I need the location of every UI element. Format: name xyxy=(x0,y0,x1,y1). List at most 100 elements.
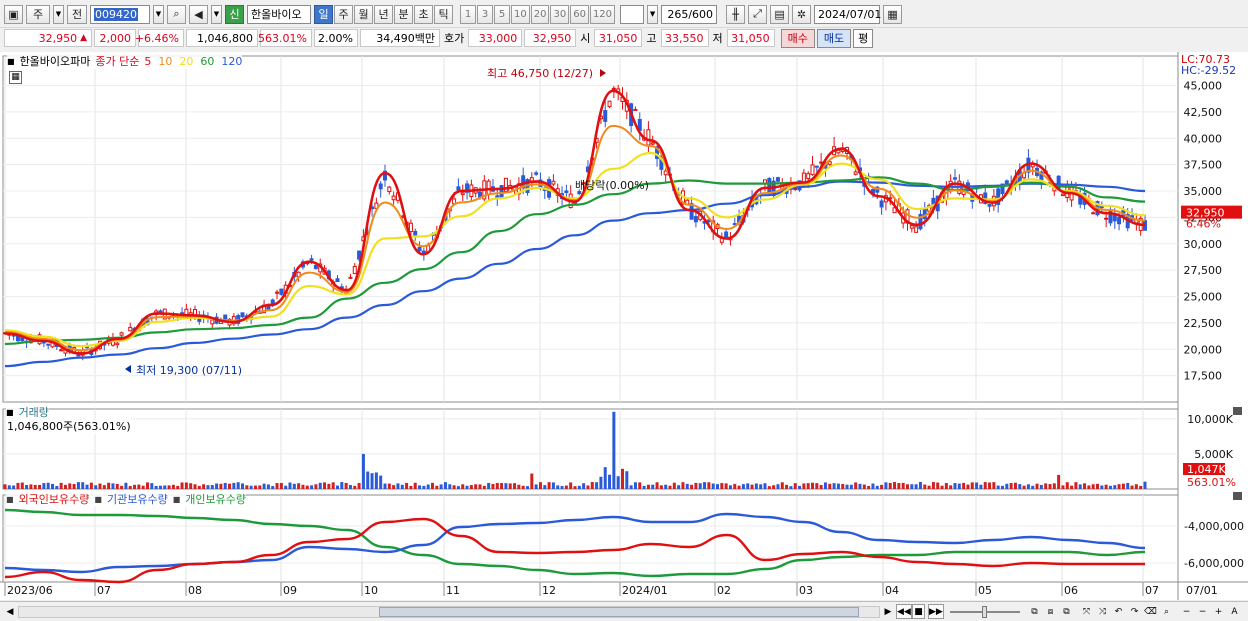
low-value: 31,050 xyxy=(731,31,770,45)
split-icon[interactable]: ⧈ xyxy=(1044,604,1057,619)
volume-bar xyxy=(547,482,551,489)
scroll-right-icon[interactable]: ▶ xyxy=(882,605,894,618)
sell-button[interactable]: 매도 xyxy=(816,28,852,48)
scroll-left-icon[interactable]: ◀ xyxy=(4,605,16,618)
price-change: 2,000 xyxy=(94,29,136,47)
period-tab[interactable]: 분 xyxy=(394,4,413,24)
volume-bar xyxy=(461,484,465,489)
volume-bar xyxy=(223,482,227,489)
candle-body xyxy=(335,278,340,282)
candle-body xyxy=(413,230,418,236)
undo-icon[interactable]: ↶ xyxy=(1112,604,1125,619)
x-tick-label: 10 xyxy=(364,584,378,597)
save-icon[interactable]: ▤ xyxy=(770,4,790,24)
interval-tab[interactable]: 120 xyxy=(589,4,616,24)
volume-bar xyxy=(348,485,352,489)
volume-value-text: 1,046,800주(563.01%) xyxy=(7,420,131,433)
volume-bar xyxy=(849,484,853,489)
volume-bar xyxy=(1013,482,1017,489)
gear-icon[interactable]: ✲ xyxy=(792,4,812,24)
volume-bar xyxy=(258,485,262,489)
buy-button[interactable]: 매수 xyxy=(780,28,815,48)
price-tick-label: 27,500 xyxy=(1184,264,1223,277)
interval-tab[interactable]: 20 xyxy=(530,4,550,24)
interval-tab[interactable]: 30 xyxy=(550,4,570,24)
stock-chart[interactable]: 45,00042,50040,00037,50035,00032,50030,0… xyxy=(0,52,1248,600)
volume-bar xyxy=(353,485,357,489)
date-input[interactable]: 2024/07/01 xyxy=(814,4,881,24)
volume-bar xyxy=(154,486,158,489)
interval-tab[interactable]: 5 xyxy=(494,4,510,24)
interval-tab[interactable]: 3 xyxy=(477,4,493,24)
search-icon[interactable]: ⌕ xyxy=(167,4,186,24)
volume-bar xyxy=(305,485,309,489)
interval-tab[interactable]: 10 xyxy=(511,4,530,24)
window-icon[interactable]: ▣ xyxy=(4,4,23,24)
high-annotation: 최고 46,750 (12/27) xyxy=(487,67,593,80)
volume-bar xyxy=(331,482,335,489)
draw-icon[interactable]: ⤨ xyxy=(1096,604,1109,619)
minus-icon[interactable]: − xyxy=(1180,604,1193,619)
volume-bar xyxy=(530,473,534,489)
zoom-out-icon[interactable]: ⌕ xyxy=(1160,604,1173,619)
chart-scrollbar[interactable] xyxy=(18,606,880,618)
market-select[interactable]: 주 xyxy=(26,4,50,24)
volume-bar xyxy=(867,485,871,489)
volume-bar xyxy=(655,482,659,489)
volume-bar xyxy=(845,484,849,489)
tool-icon[interactable]: ⤧ xyxy=(1080,604,1093,619)
volume-bar xyxy=(439,484,443,489)
speaker-icon[interactable]: ◀ xyxy=(189,4,208,24)
period-select[interactable]: 전 xyxy=(67,4,87,24)
chevron-down-icon[interactable]: ▼ xyxy=(53,4,64,24)
minus-icon[interactable]: − xyxy=(1196,604,1209,619)
period-tab[interactable]: 초 xyxy=(414,4,433,24)
period-tab[interactable]: 월 xyxy=(354,4,373,24)
volume-bar xyxy=(582,483,586,489)
play-icon[interactable]: ▶▶ xyxy=(928,604,944,619)
scrollbar-thumb[interactable] xyxy=(379,607,859,617)
erase-icon[interactable]: ⌫ xyxy=(1144,604,1157,619)
volume-bar xyxy=(361,453,365,489)
plus-icon[interactable]: + xyxy=(1212,604,1225,619)
volume-bar xyxy=(68,483,72,489)
price-tick-label: 20,000 xyxy=(1184,343,1223,356)
period-tab[interactable]: 주 xyxy=(334,4,353,24)
period-tab[interactable]: 년 xyxy=(374,4,393,24)
interval-custom-input[interactable] xyxy=(620,4,645,24)
rewind-icon[interactable]: ◀◀ xyxy=(896,604,912,619)
chevron-down-icon[interactable]: ▼ xyxy=(153,4,164,24)
volume-bar xyxy=(957,483,961,489)
crosshair-icon[interactable]: ⤢ xyxy=(748,4,768,24)
volume-bar xyxy=(1026,484,1030,489)
count-field[interactable]: 265/600 xyxy=(661,4,718,24)
high-label: 고 xyxy=(644,29,658,47)
candle-body xyxy=(603,110,608,122)
interval-tab[interactable]: 60 xyxy=(570,4,589,24)
period-tab[interactable]: 틱 xyxy=(434,4,453,24)
font-icon[interactable]: A xyxy=(1228,604,1241,619)
open-price: 31,050 xyxy=(594,29,643,47)
candle-type-icon[interactable]: ╫ xyxy=(726,4,746,24)
redo-icon[interactable]: ↷ xyxy=(1128,604,1141,619)
period-tab[interactable]: 일 xyxy=(314,4,333,24)
zoom-slider-thumb[interactable] xyxy=(982,606,987,618)
volume-bar xyxy=(897,483,901,489)
candle-body xyxy=(158,310,163,313)
x-tick-label: 08 xyxy=(188,584,202,597)
volume-bar xyxy=(746,483,750,489)
interval-tab[interactable]: 1 xyxy=(460,4,476,24)
eval-button[interactable]: 평 xyxy=(853,28,874,48)
volume-bar xyxy=(284,485,288,489)
volume-bar xyxy=(1113,485,1117,489)
overlay-icon[interactable]: ⧉ xyxy=(1060,604,1073,619)
candle-body xyxy=(1060,193,1065,197)
calendar-icon[interactable]: ▦ xyxy=(883,4,903,24)
layout-icon[interactable]: ⧉ xyxy=(1028,604,1041,619)
chevron-down-icon[interactable]: ▼ xyxy=(211,4,222,24)
grid-toggle-icon[interactable]: ▦ xyxy=(9,71,22,84)
chevron-down-icon[interactable]: ▼ xyxy=(647,4,659,24)
stock-code-input[interactable]: 009420 xyxy=(90,4,150,24)
stop-icon[interactable]: ■ xyxy=(912,604,925,619)
market-label: 주 xyxy=(32,8,44,21)
